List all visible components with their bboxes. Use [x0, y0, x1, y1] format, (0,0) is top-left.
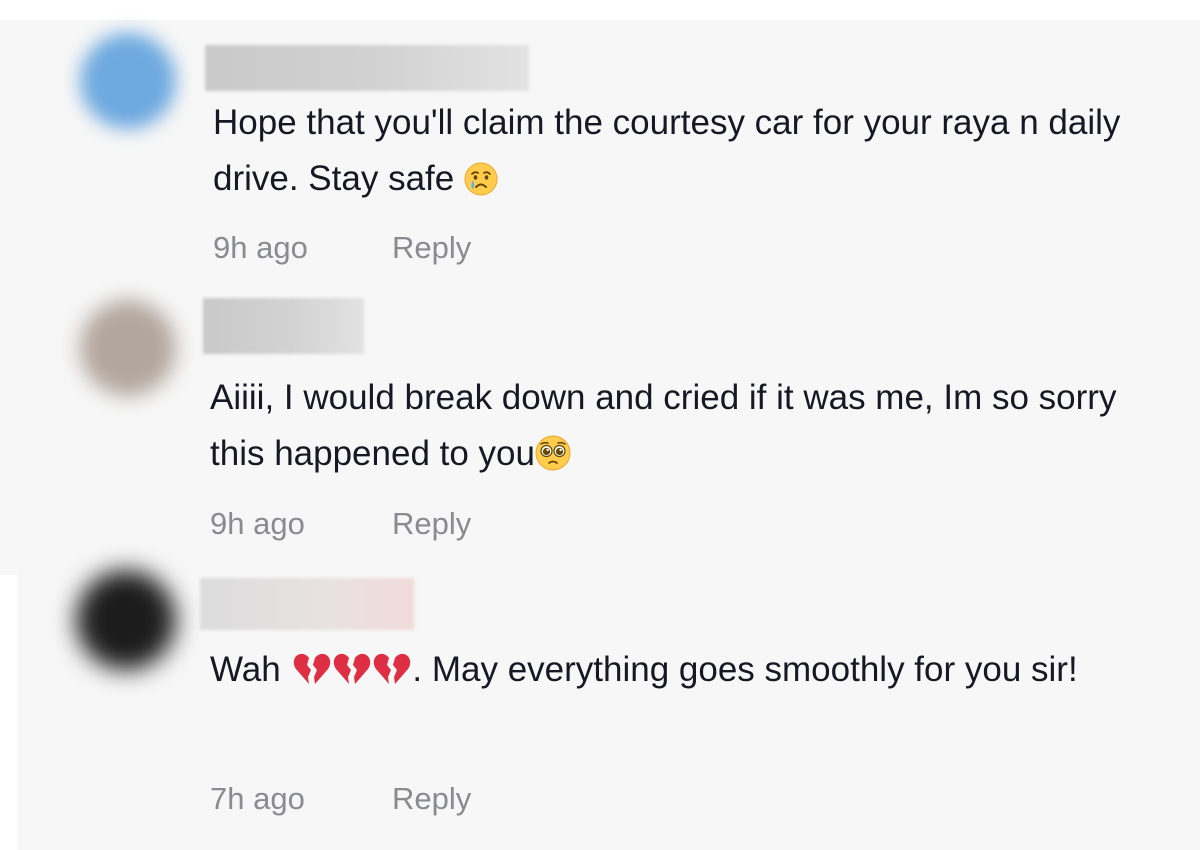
comment-body-continued: . May everything goes smoothly for you s…	[412, 650, 1078, 689]
reply-button[interactable]: Reply	[392, 506, 471, 542]
pleading-face-icon	[535, 435, 571, 471]
comment-panel-2	[18, 575, 1200, 850]
comment-timestamp: 9h ago	[210, 506, 305, 541]
broken-hearts	[292, 642, 412, 698]
comment-timestamp: 7h ago	[210, 781, 305, 816]
avatar[interactable]	[76, 570, 176, 670]
comment-text: Hope that you'll claim the courtesy car …	[213, 95, 1178, 207]
username-redacted[interactable]	[203, 298, 364, 354]
comment-body: Hope that you'll claim the courtesy car …	[213, 103, 1121, 198]
comment-text: Aiiii, I would break down and cried if i…	[210, 370, 1175, 482]
reply-button[interactable]: Reply	[392, 230, 471, 266]
username-redacted[interactable]	[205, 45, 529, 91]
comment-timestamp: 9h ago	[213, 230, 308, 265]
broken-heart-icon	[334, 653, 371, 684]
avatar[interactable]	[80, 300, 176, 396]
crying-face-icon	[464, 162, 498, 196]
avatar-crop-edge	[0, 575, 8, 705]
avatar[interactable]	[80, 33, 176, 129]
comment-body: Wah	[210, 650, 281, 689]
comment-text: Wah . May everything goes smoothly for y…	[210, 642, 1175, 698]
comment-body: Aiiii, I would break down and cried if i…	[210, 378, 1117, 473]
username-redacted[interactable]	[200, 578, 414, 630]
broken-heart-icon	[294, 653, 331, 684]
broken-heart-icon	[374, 653, 411, 684]
reply-button[interactable]: Reply	[392, 781, 471, 817]
